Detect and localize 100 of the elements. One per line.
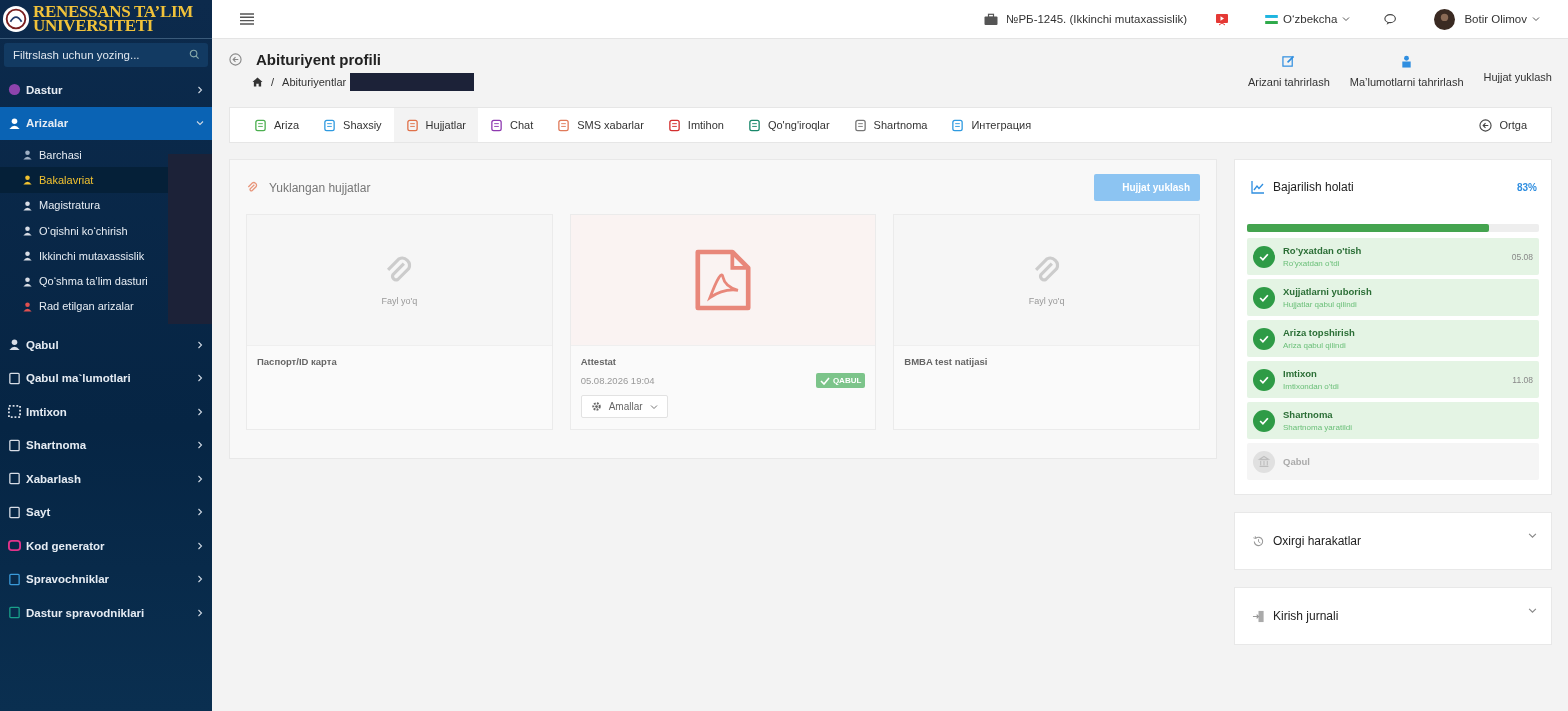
home-icon[interactable] [252,77,263,87]
action-button[interactable]: Ma’lumotlarni tahrirlash [1349,55,1464,88]
menu-icon-icon [8,371,21,385]
tab[interactable]: Imtihon [655,108,736,142]
nav-item[interactable]: Imtixon [0,395,212,429]
language-dropdown[interactable]: O‘zbekcha [1265,13,1351,25]
filter-field[interactable]: Filtrslash uchun yozing... [4,43,208,67]
submenu-item[interactable]: Bakalavriat [0,167,168,193]
nav-item[interactable]: Qabul ma`lumotlari [0,361,212,395]
menu-icon-icon [22,250,33,262]
nav-item[interactable]: Sayt [0,495,212,529]
chevron-icon [196,575,204,584]
menu-icon-icon [22,300,33,312]
status-badge: QABUL [815,373,866,388]
chevron-icon [196,508,204,517]
action-button[interactable]: Hujjat yuklash [1483,55,1552,83]
check-circle-icon [1253,409,1275,432]
step-title: Xujjatlarni yuborish [1283,286,1373,297]
submenu-item[interactable]: Magistratura [0,192,168,218]
tab[interactable]: Shartnoma [841,108,940,142]
back-arrow-icon[interactable] [229,53,242,66]
nav-item[interactable]: Qabul [0,328,212,362]
tab-icon [747,118,761,132]
nav-item[interactable]: Spravochniklar [0,562,212,596]
breadcrumb-link[interactable]: Abituriyentlar [282,76,347,88]
menu-icon[interactable] [240,13,254,25]
menu-icon-icon [8,116,21,130]
step-subtitle: Imtixondan o'tdi [1283,382,1340,391]
menu-icon-icon [22,149,33,161]
document-name: Паспорт/ID карта [257,356,338,367]
submenu-item[interactable]: Barchasi [0,142,168,168]
tab-icon [489,118,503,132]
menu-icon-icon [22,174,33,186]
nav-item[interactable]: Dastur [0,73,212,107]
caret-icon [649,402,658,411]
step-subtitle: Ro'yxatdan o'tdi [1283,259,1341,268]
tab[interactable]: Shaxsiy [311,108,394,142]
history-icon [1252,534,1265,548]
chevron-icon [196,608,204,617]
sign-in-icon [1252,609,1265,623]
menu-icon-icon [22,275,33,287]
nav-item[interactable]: Dastur spravodniklari [0,596,212,630]
progress-percent: 83% [1517,181,1537,193]
document-name: BMBA test natijasi [904,356,989,367]
flag-icon [1265,14,1279,24]
chat-icon[interactable] [1384,12,1399,26]
check-icon [819,376,830,385]
panel-title: Bajarilish holati [1273,180,1355,194]
briefcase-icon [984,12,999,26]
document-name: Attestat [580,356,618,367]
video-icon[interactable] [1215,12,1230,26]
back-button[interactable]: Ortga [1467,108,1539,142]
tab-icon [557,118,571,132]
nav-item[interactable]: Xabarlash [0,462,212,496]
step-title: Ro'yxatdan o'tish [1283,245,1363,256]
nav-item[interactable]: Kod generator [0,529,212,563]
chevron-icon [196,407,204,416]
submenu-item[interactable]: Qo‘shma ta’lim dasturi [0,268,168,294]
collapsible-panel[interactable]: Kirish jurnali [1234,587,1552,645]
breadcrumb-separator: / [271,76,275,88]
tab-icon [254,118,267,132]
menu-icon-icon [22,225,33,237]
user-menu[interactable]: Botir Olimov [1434,8,1540,30]
menu-icon-icon [8,505,21,519]
menu-icon-icon [8,338,21,352]
step-date: 11.08 [1512,374,1533,385]
step-title: Shartnoma [1283,409,1334,420]
chevron-icon [196,541,204,550]
actions-dropdown[interactable]: Amallar [580,395,668,418]
submenu-item[interactable]: Ikkinchi mutaxassislik [0,243,168,269]
chevron-icon [196,119,204,128]
tab[interactable]: Ariza [242,108,312,142]
submenu-item[interactable]: O‘qishni ko‘chirish [0,217,168,244]
submenu-item[interactable]: Rad etilgan arizalar [0,293,168,320]
menu-icon-icon [8,572,21,586]
search-icon [189,49,200,60]
nav-item[interactable]: Arizalar [0,106,212,140]
step-title: Qabul [1283,456,1311,467]
step-subtitle: Ariza qabul qilindi [1283,341,1347,350]
collapsible-panel[interactable]: Oxirgi harakatlar [1234,512,1552,570]
tab-icon [951,118,965,132]
action-button[interactable]: Arizani tahrirlash [1247,55,1330,88]
edit-icon [1282,55,1296,68]
nav-item[interactable]: Shartnoma [0,428,212,462]
menu-icon-icon [22,199,33,211]
tab[interactable]: Qo'ng'iroqlar [735,108,842,142]
tab[interactable]: Hujjatlar [393,108,478,142]
panel-title: Yuklangan hujjatlar [269,180,371,195]
caret-icon [1532,15,1540,23]
tab[interactable]: Интеграция [939,108,1044,142]
tab[interactable]: SMS xabarlar [545,108,656,142]
chevron-icon [1528,606,1537,615]
step-title: Imtixon [1283,368,1318,379]
chart-line-icon [1251,180,1265,194]
chevron-icon [196,374,204,383]
check-circle-icon [1253,368,1275,391]
tab[interactable]: Chat [477,108,546,142]
chevron-icon [196,441,204,450]
menu-icon-icon [8,539,21,553]
caret-icon [1342,15,1351,23]
